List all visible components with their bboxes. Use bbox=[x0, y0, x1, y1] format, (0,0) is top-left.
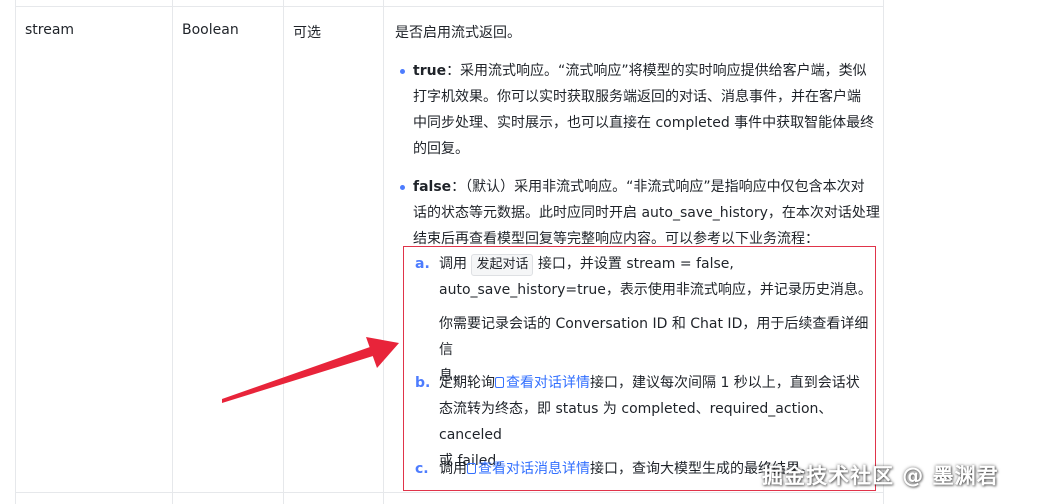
red-arrow-icon bbox=[222, 337, 399, 403]
watermark: 掘金技术社区 @ 墨渊君 bbox=[762, 464, 999, 488]
